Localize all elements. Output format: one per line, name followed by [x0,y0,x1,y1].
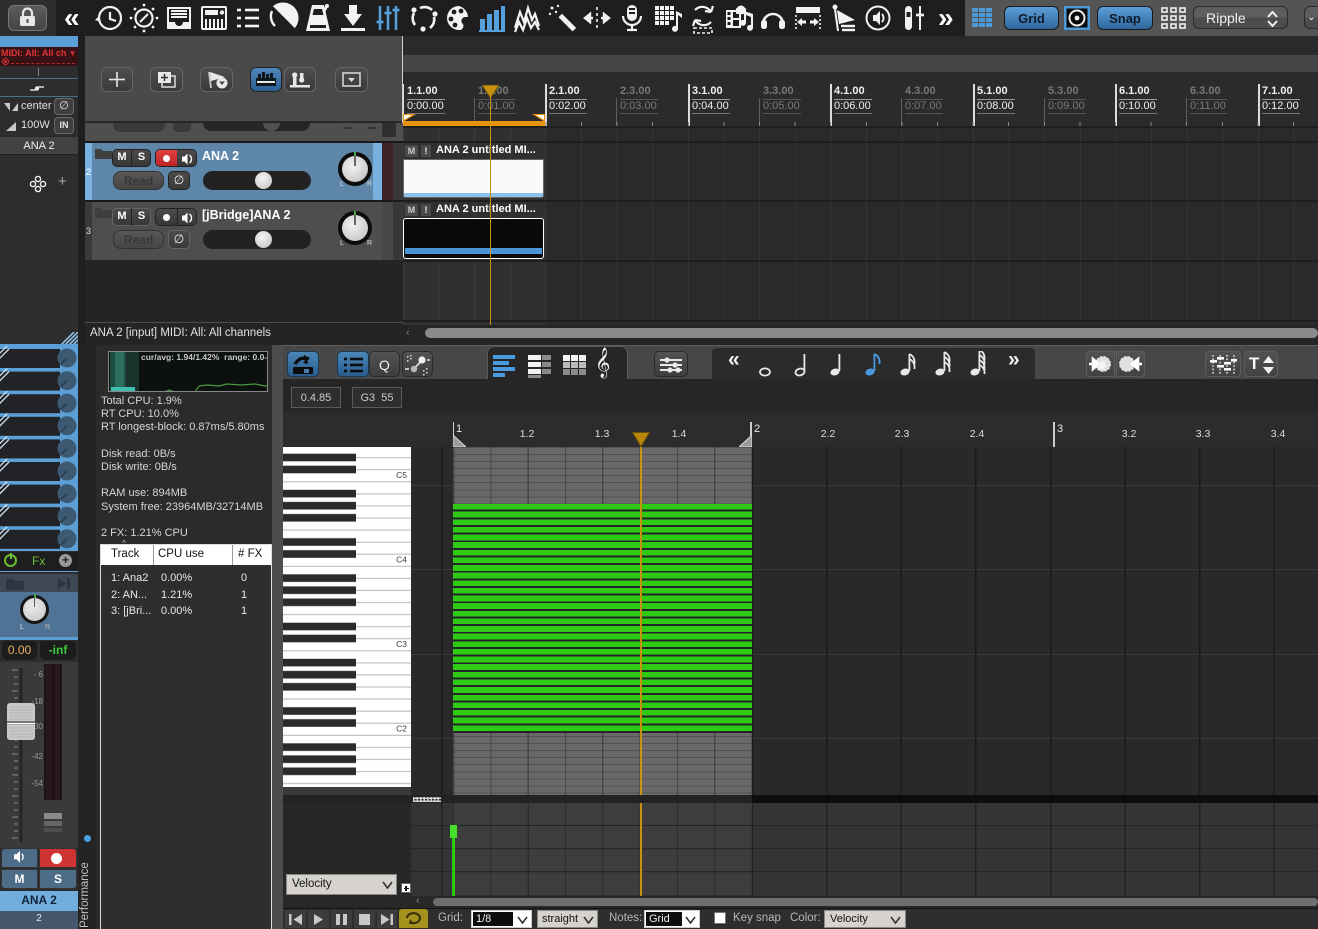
svg-text:-54: -54 [31,779,43,788]
svg-text:C5: C5 [396,470,407,480]
svg-text:C4: C4 [396,555,407,565]
svg-text:«: « [64,2,80,33]
svg-text:- 6: - 6 [34,670,44,679]
svg-text:C2: C2 [396,724,407,734]
svg-text:-42: -42 [31,752,43,761]
svg-text:C3: C3 [396,639,407,649]
svg-text:»: » [938,2,954,33]
